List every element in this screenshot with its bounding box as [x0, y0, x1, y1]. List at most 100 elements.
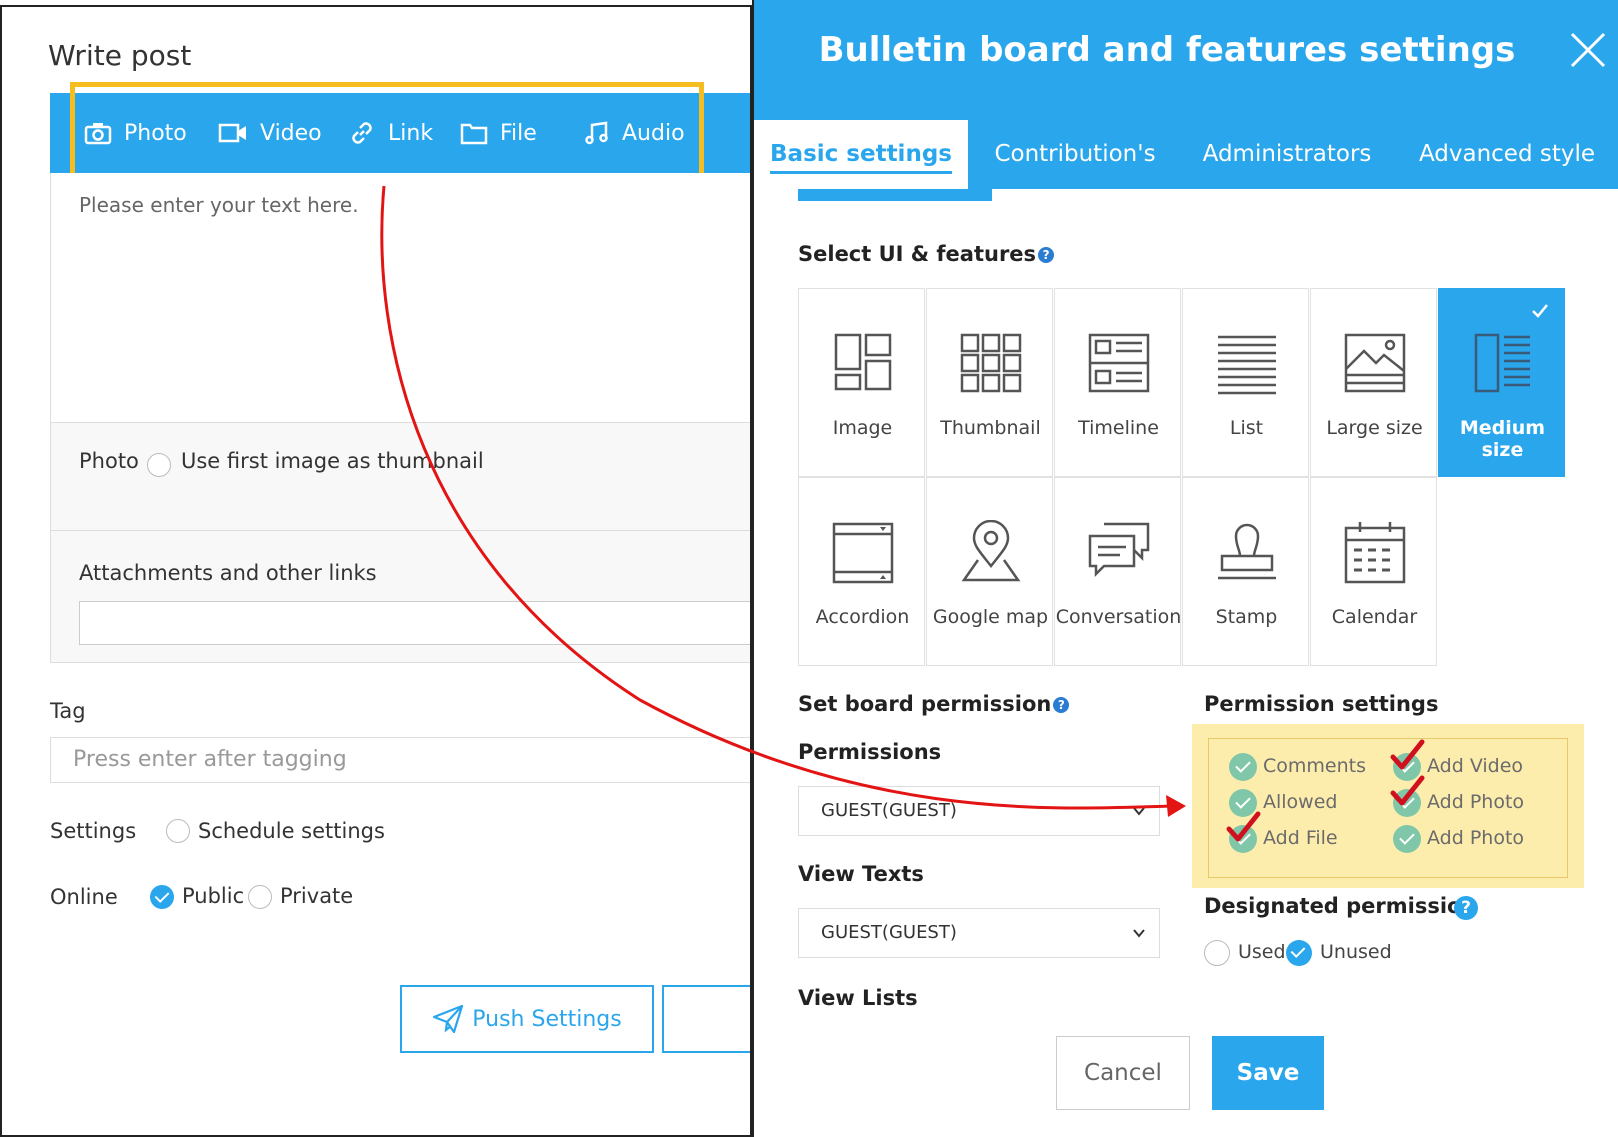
permissions-select[interactable]: GUEST(GUEST)	[798, 786, 1160, 836]
thumbnail-option-label: Use first image as thumbnail	[181, 449, 484, 473]
tab-contributions-label: Contribution's	[994, 141, 1156, 167]
add-photo-2-check-icon[interactable]	[1393, 825, 1421, 853]
ui-feature-grid: Image Thumbnail Timeline List Large size…	[798, 288, 1568, 666]
permission-settings-heading: Permission settings	[1204, 692, 1439, 716]
public-radio[interactable]	[150, 885, 174, 909]
paper-plane-icon	[433, 1004, 464, 1034]
permissions-label: Permissions	[798, 740, 942, 764]
post-text-editor[interactable]: Please enter your text here.	[50, 173, 750, 423]
ui-option-label: Timeline	[1078, 417, 1159, 439]
tab-administrators-label: Administrators	[1202, 141, 1372, 167]
secondary-action-button[interactable]	[662, 985, 750, 1053]
ui-option-label: Calendar	[1331, 606, 1418, 628]
ui-option-list[interactable]: List	[1182, 288, 1309, 477]
tab-advanced-style-label: Advanced style	[1418, 141, 1596, 167]
ui-option-stamp[interactable]: Stamp	[1182, 477, 1309, 666]
board-permission-heading: Set board permission?	[798, 692, 1070, 716]
view-texts-select[interactable]: GUEST(GUEST)	[798, 908, 1160, 958]
settings-label: Settings	[50, 819, 137, 843]
push-settings-label: Push Settings	[472, 1006, 622, 1032]
ui-option-label: Conversation	[1055, 606, 1182, 628]
calendar-icon	[1344, 522, 1406, 584]
ui-option-label: Accordion	[815, 606, 910, 628]
tab-advanced-style[interactable]: Advanced style	[1400, 120, 1614, 189]
photo-section: Photo Use first image as thumbnail	[50, 423, 750, 531]
close-icon[interactable]	[1566, 28, 1610, 72]
help-icon[interactable]: ?	[1038, 247, 1055, 263]
cancel-button[interactable]: Cancel	[1056, 1036, 1190, 1110]
view-lists-label: View Lists	[798, 986, 918, 1010]
unused-label: Unused	[1320, 941, 1392, 963]
timeline-icon	[1088, 333, 1150, 393]
medium-size-icon	[1474, 333, 1530, 393]
red-tick-icon	[1226, 811, 1261, 842]
attachments-label: Attachments and other links	[79, 561, 377, 585]
select-ui-heading: Select UI & features?	[798, 242, 1055, 266]
perm-add-video: Add Video	[1427, 755, 1524, 777]
thumbnail-radio[interactable]	[147, 453, 171, 477]
map-pin-icon	[961, 520, 1021, 582]
red-tick-icon	[1390, 739, 1425, 770]
perm-allowed: Allowed	[1263, 791, 1338, 813]
comments-check-icon[interactable]	[1229, 753, 1257, 781]
checkmark-icon	[1532, 304, 1548, 318]
ui-option-conversation[interactable]: Conversation	[1054, 477, 1181, 666]
schedule-settings-radio[interactable]	[166, 819, 190, 843]
ui-option-label: Large size	[1326, 417, 1423, 439]
permissions-select-value: GUEST(GUEST)	[821, 800, 957, 821]
ui-option-medium-size[interactable]: Medium size	[1438, 288, 1565, 477]
photo-label: Photo	[79, 449, 139, 473]
ui-option-label: List	[1229, 417, 1264, 439]
write-post-panel: Write post Photo Video Link File Audio P…	[0, 5, 752, 1137]
help-icon[interactable]: ?	[1053, 697, 1070, 713]
thumbnail-grid-icon	[960, 333, 1022, 393]
unused-radio[interactable]	[1286, 940, 1312, 966]
list-icon	[1218, 335, 1276, 395]
tab-basic-settings[interactable]: Basic settings	[754, 120, 968, 189]
perm-add-photo-2: Add Photo	[1427, 827, 1525, 849]
attachments-input[interactable]	[79, 601, 750, 645]
used-label: Used	[1238, 941, 1286, 963]
help-icon[interactable]: ?	[1454, 896, 1478, 920]
save-button[interactable]: Save	[1212, 1036, 1324, 1110]
ui-option-label: Medium size	[1459, 417, 1546, 461]
board-permission-heading-text: Set board permission	[798, 692, 1052, 716]
schedule-settings-label: Schedule settings	[198, 819, 385, 843]
used-radio[interactable]	[1204, 940, 1230, 966]
ui-option-image[interactable]: Image	[798, 288, 925, 477]
ui-option-thumbnail[interactable]: Thumbnail	[926, 288, 1053, 477]
settings-modal: Bulletin board and features settings Bas…	[752, 0, 1618, 1137]
red-tick-icon	[1390, 775, 1425, 806]
attachments-section: Attachments and other links	[50, 531, 750, 663]
tab-administrators[interactable]: Administrators	[1186, 120, 1388, 189]
private-option-label: Private	[280, 884, 354, 908]
tag-input[interactable]: Press enter after tagging	[50, 737, 750, 783]
ui-option-label: Stamp	[1215, 606, 1278, 628]
designated-permission-heading: Designated permission	[1204, 894, 1477, 918]
modal-header: Bulletin board and features settings Bas…	[754, 0, 1618, 189]
tab-indicator	[798, 189, 992, 201]
ui-option-timeline[interactable]: Timeline	[1054, 288, 1181, 477]
perm-add-photo: Add Photo	[1427, 791, 1525, 813]
chevron-down-icon	[1133, 929, 1145, 938]
stamp-icon	[1218, 523, 1276, 580]
ui-option-google-map[interactable]: Google map	[926, 477, 1053, 666]
push-settings-button[interactable]: Push Settings	[400, 985, 654, 1053]
ui-option-label: Image	[832, 417, 893, 439]
private-radio[interactable]	[248, 885, 272, 909]
chevron-down-icon	[1133, 807, 1145, 816]
online-label: Online	[50, 885, 118, 909]
ui-option-accordion[interactable]: Accordion	[798, 477, 925, 666]
image-layout-icon	[834, 333, 892, 391]
modal-title: Bulletin board and features settings	[818, 30, 1516, 70]
permission-settings-inner: Comments Add Video Allowed Add Photo Add…	[1208, 738, 1568, 878]
large-size-icon	[1344, 333, 1406, 393]
ui-option-calendar[interactable]: Calendar	[1310, 477, 1437, 666]
ui-option-large-size[interactable]: Large size	[1310, 288, 1437, 477]
tab-basic-settings-label: Basic settings	[770, 141, 952, 174]
perm-comments: Comments	[1263, 755, 1366, 777]
write-post-title: Write post	[48, 39, 192, 72]
tab-contributions[interactable]: Contribution's	[980, 120, 1170, 189]
conversation-icon	[1088, 522, 1150, 578]
ui-option-label: Thumbnail	[940, 417, 1041, 439]
